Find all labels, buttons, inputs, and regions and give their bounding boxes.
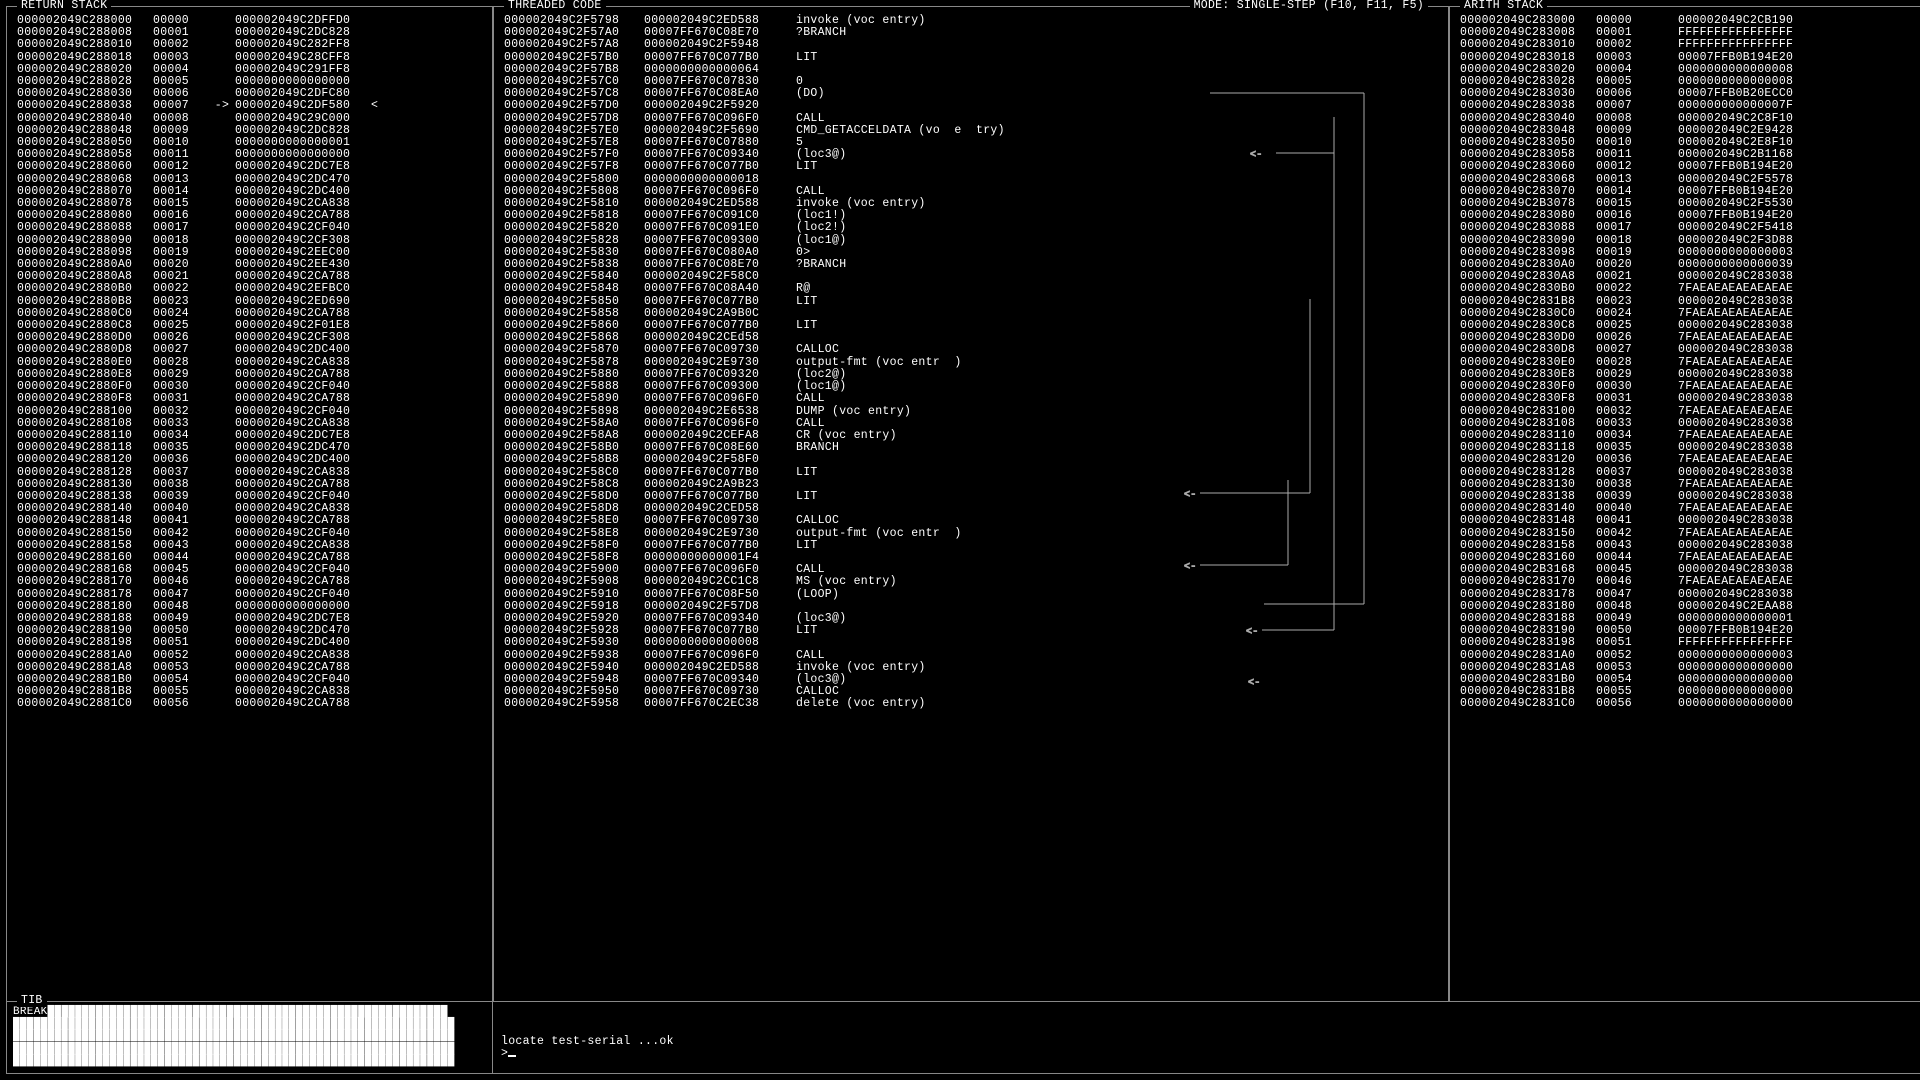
- threaded-code-row: 000002049C2F57D800007FF670C096F0CALL: [504, 113, 1438, 125]
- threaded-code-header: THREADED CODE: [504, 0, 606, 12]
- threaded-code-row: 000002049C2F5898000002049C2E6538DUMP (vo…: [504, 406, 1438, 418]
- tib-break-label: BREAK: [13, 1006, 48, 1018]
- threaded-code-row: 000002049C2F595800007FF670C2EC38delete (…: [504, 698, 1438, 710]
- return-stack-row: 000002049C2881C000056000002049C2CA788: [17, 698, 482, 710]
- arith-stack-row: 000002049C2830180000300007FFB0B194E20: [1460, 52, 1915, 64]
- arith-stack-row: 000002049C28319800051FFFFFFFFFFFFFFFF: [1460, 637, 1915, 649]
- threaded-code-row: 000002049C2F584800007FF670C08A40R@: [504, 283, 1438, 295]
- console-text: locate test-serial ...ok: [501, 1035, 674, 1048]
- arith-stack-row: 000002049C28306800013000002049C2F5578: [1460, 174, 1915, 186]
- threaded-code-panel: THREADED CODE MODE: SINGLE-STEP (F10, F1…: [493, 6, 1449, 1002]
- arith-stack-row: 000002049C28304000008000002049C2C8F10: [1460, 113, 1915, 125]
- threaded-code-row: 000002049C2F58B8000002049C2F58F0: [504, 454, 1438, 466]
- return-stack-row: 000002049C28804000008000002049C29C000: [17, 113, 482, 125]
- return-stack-row: 000002049C2880F800031000002049C2CA788: [17, 393, 482, 405]
- return-stack-rows: 000002049C28800000000000002049C2DFFD0000…: [7, 7, 492, 717]
- return-stack-row: 000002049C28812000036000002049C2DC400: [17, 454, 482, 466]
- arith-stack-row: 000002049C2831C0000560000000000000000: [1460, 698, 1915, 710]
- return-stack-row: 000002049C28815000042000002049C2CF040: [17, 528, 482, 540]
- threaded-code-row: 000002049C2F57A8000002049C2F5948: [504, 39, 1438, 51]
- threaded-code-row: 000002049C2F57D0000002049C2F5920: [504, 100, 1438, 112]
- return-stack-row: 000002049C2880D800027000002049C2DC400: [17, 344, 482, 356]
- threaded-code-row: 000002049C2F587000007FF670C09730CALLOC: [504, 344, 1438, 356]
- tib-panel: TIB BREAK███████████████████████████████…: [6, 1002, 493, 1074]
- threaded-code-row: 000002049C2F58000000000000000018: [504, 174, 1438, 186]
- arith-stack-rows: 000002049C28300000000000002049C2CB190000…: [1450, 7, 1920, 717]
- console-panel[interactable]: locate test-serial ...ok >: [493, 1002, 1920, 1074]
- threaded-code-row: 000002049C2F59300000000000000008: [504, 637, 1438, 649]
- console-prompt: >: [501, 1047, 508, 1060]
- tib-content: BREAK███████████████████████████████████…: [7, 1002, 492, 1073]
- return-stack-row: 000002049C28819800051000002049C2DC400: [17, 637, 482, 649]
- threaded-code-rows: 000002049C2F5798000002049C2ED588invoke (…: [494, 7, 1448, 717]
- return-stack-row: 000002049C28808800017000002049C2CF040: [17, 222, 482, 234]
- arith-stack-row: 000002049C2830600001200007FFB0B194E20: [1460, 161, 1915, 173]
- threaded-code-row: 000002049C2F58E8000002049C2E9730output-f…: [504, 528, 1438, 540]
- return-stack-row: 000002049C28803800007->000002049C2DF580<: [17, 100, 482, 112]
- return-stack-row: 000002049C28806800013000002049C2DC470: [17, 174, 482, 186]
- return-stack-row: 000002049C28810000032000002049C2CF040: [17, 406, 482, 418]
- tib-header: TIB: [17, 995, 47, 1007]
- arith-stack-row: 000002049C2830B0000227FAEAEAEAEAEAEAE: [1460, 283, 1915, 295]
- threaded-code-row: 000002049C2F593800007FF670C096F0CALL: [504, 650, 1438, 662]
- return-stack-header: RETURN STACK: [17, 0, 111, 12]
- arith-stack-row: 000002049C28317800047000002049C283038: [1460, 589, 1915, 601]
- arith-stack-row: 000002049C283120000367FAEAEAEAEAEAEAE: [1460, 454, 1915, 466]
- mode-label: MODE: SINGLE-STEP (F10, F11, F5): [1190, 0, 1428, 12]
- arith-stack-row: 000002049C2830F800031000002049C283038: [1460, 393, 1915, 405]
- threaded-code-row: 000002049C2F57B000007FF670C077B0LIT: [504, 52, 1438, 64]
- return-stack-row: 000002049C28817800047000002049C2CF040: [17, 589, 482, 601]
- arith-stack-row: 000002049C2831A0000520000000000000003: [1460, 650, 1915, 662]
- threaded-code-row: 000002049C2F57F800007FF670C077B0LIT: [504, 161, 1438, 173]
- arith-stack-row: 000002049C283100000327FAEAEAEAEAEAEAE: [1460, 406, 1915, 418]
- return-stack-panel: RETURN STACK 000002049C28800000000000002…: [6, 6, 493, 1002]
- arith-stack-row: 000002049C28314800041000002049C283038: [1460, 515, 1915, 527]
- threaded-code-row: 000002049C2F591000007FF670C08F50(LOOP): [504, 589, 1438, 601]
- return-stack-row: 000002049C2881A000052000002049C2CA838: [17, 650, 482, 662]
- return-stack-row: 000002049C28812800037000002049C2CA838: [17, 467, 482, 479]
- threaded-code-row: 000002049C2F5908000002049C2CC1C8MS (voc …: [504, 576, 1438, 588]
- cursor-icon: [508, 1055, 516, 1057]
- threaded-code-row: 000002049C2F58E000007FF670C09730CALLOC: [504, 515, 1438, 527]
- arith-stack-header: ARITH STACK: [1460, 0, 1547, 12]
- return-stack-row: 000002049C28801000002000002049C282FF8: [17, 39, 482, 51]
- threaded-code-row: 000002049C2F582000007FF670C091E0(loc2!): [504, 222, 1438, 234]
- arith-stack-panel: ARITH STACK 000002049C283000000000000020…: [1449, 6, 1920, 1002]
- arith-stack-row: 000002049C28303800007000000000000007F: [1460, 100, 1915, 112]
- arith-stack-row: 000002049C2830D800027000002049C283038: [1460, 344, 1915, 356]
- return-stack-row: 000002049C28814800041000002049C2CA788: [17, 515, 482, 527]
- arith-stack-row: 000002049C28312800037000002049C283038: [1460, 467, 1915, 479]
- arith-stack-row: 000002049C28308800017000002049C2F5418: [1460, 222, 1915, 234]
- return-stack-row: 000002049C28817000046000002049C2CA788: [17, 576, 482, 588]
- return-stack-row: 000002049C28806000012000002049C2DC7E8: [17, 161, 482, 173]
- arith-stack-row: 000002049C283150000427FAEAEAEAEAEAEAE: [1460, 528, 1915, 540]
- threaded-code-row: 000002049C2F58C000007FF670C077B0LIT: [504, 467, 1438, 479]
- arith-stack-row: 000002049C28301000002FFFFFFFFFFFFFFFF: [1460, 39, 1915, 51]
- return-stack-row: 000002049C2880B000022000002049C2EFBC0: [17, 283, 482, 295]
- arith-stack-row: 000002049C283170000467FAEAEAEAEAEAEAE: [1460, 576, 1915, 588]
- return-stack-row: 000002049C28801800003000002049C28CFF8: [17, 52, 482, 64]
- threaded-code-row: 000002049C2F589000007FF670C096F0CALL: [504, 393, 1438, 405]
- console-output: locate test-serial ...ok >: [501, 1006, 1917, 1060]
